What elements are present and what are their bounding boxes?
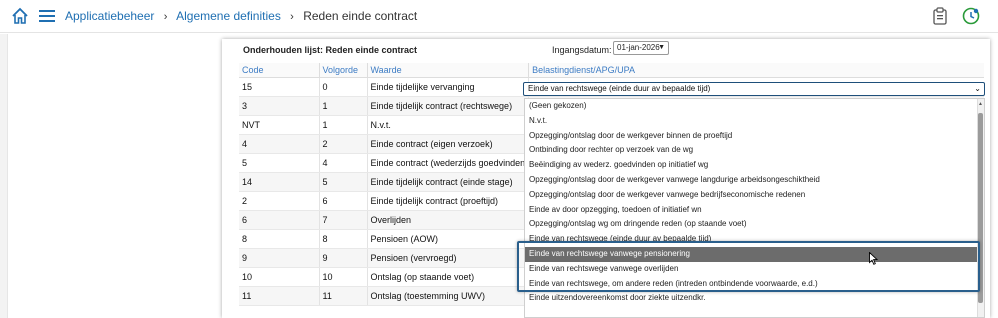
belastingdienst-select[interactable]: Einde van rechtswege (einde duur av bepa… [523,82,985,96]
belastingdienst-dropdown-list[interactable]: (Geen gekozen) N.v.t. Opzegging/ontslag do… [524,98,985,318]
cell-waarde: Pensioen (vervroegd) [366,248,529,268]
cell-waarde: Einde tijdelijk contract (einde stage) [366,172,529,192]
list-maintenance-card: Onderhouden lijst: Reden einde contract … [222,39,990,318]
chevron-down-icon: ▼ [658,44,665,51]
cell-waarde: Einde contract (wederzijds goedvinden) [366,153,529,173]
hamburger-menu-icon[interactable] [39,9,55,23]
cell-code: 3 [239,96,319,116]
scroll-up-icon[interactable]: ▲ [978,101,983,107]
cell-waarde: Einde tijdelijke vervanging [366,77,529,97]
ingangsdatum-select[interactable]: 01-jan-2026 ▼ [613,41,669,55]
dropdown-option[interactable]: Opzegging/ontslag door de werkgever vanw… [525,173,984,188]
cell-code: 9 [239,248,319,268]
breadcrumb-algemene-definities[interactable]: Algemene definities [176,9,281,23]
cell-volgorde: 9 [318,248,367,268]
cell-code: 5 [239,153,319,173]
cell-code: 10 [239,267,319,287]
ingangsdatum-value: 01-jan-2026 [617,43,660,52]
cell-volgorde: 2 [318,134,367,154]
dropdown-option[interactable]: Einde uitzendovereenkomst door ziekte ui… [525,291,984,306]
dropdown-option[interactable]: N.v.t. [525,114,984,129]
cell-volgorde: 4 [318,153,367,173]
dropdown-option[interactable]: Opzegging/ontslag door de werkgever binn… [525,129,984,144]
header-belastingdienst[interactable]: Belastingdienst/APG/UPA [528,63,984,78]
breadcrumb-separator: › [290,11,294,23]
dropdown-option[interactable]: Einde av door opzegging, toedoen of init… [525,203,984,218]
dropdown-scrollbar[interactable]: ▲ [977,99,984,317]
breadcrumb-applicatiebeheer[interactable]: Applicatiebeheer [65,9,154,23]
home-icon[interactable] [11,7,29,25]
dropdown-option[interactable]: Einde van rechtswege, om andere reden (i… [525,277,984,292]
cell-code: 15 [239,77,319,97]
cell-code: 4 [239,134,319,154]
cell-waarde: Pensioen (AOW) [366,229,529,249]
sidebar-edge [0,34,8,318]
chevron-down-icon: ⌄ [974,84,981,93]
top-bar: Applicatiebeheer › Algemene definities ›… [0,0,998,33]
date-label: Ingangsdatum: [552,45,612,55]
dropdown-option[interactable]: Beëindiging av wederz. goedvinden op ini… [525,158,984,173]
dropdown-option[interactable]: Opzegging/ontslag wg om dringende reden … [525,217,984,232]
user-clock-icon[interactable] [962,7,980,25]
cell-code: 14 [239,172,319,192]
clipboard-icon[interactable] [933,7,947,25]
cell-code: 2 [239,191,319,211]
cell-volgorde: 0 [318,77,367,97]
cell-volgorde: 7 [318,210,367,230]
table-header-row: Code Volgorde Waarde Belastingdienst/APG… [239,63,984,78]
cell-volgorde: 11 [318,286,367,306]
header-waarde[interactable]: Waarde [366,63,529,78]
cell-volgorde: 8 [318,229,367,249]
cell-waarde: Einde tijdelijk contract (rechtswege) [366,96,529,116]
dropdown-option[interactable]: (Geen gekozen) [525,99,984,114]
cell-code: 11 [239,286,319,306]
cell-code: 8 [239,229,319,249]
belastingdienst-select-value: Einde van rechtswege (einde duur av bepa… [528,84,711,93]
dropdown-option[interactable]: Einde van rechtswege vanwege pensionerin… [525,246,984,262]
cell-volgorde: 1 [318,115,367,135]
cell-waarde: Ontslag (toestemming UWV) [366,286,529,306]
breadcrumb-current: Reden einde contract [303,9,418,23]
dropdown-option[interactable]: Ontbinding door rechter op verzoek van d… [525,143,984,158]
cell-waarde: Einde contract (eigen verzoek) [366,134,529,154]
cell-code: 6 [239,210,319,230]
cell-waarde: Ontslag (op staande voet) [366,267,529,287]
cell-waarde: N.v.t. [366,115,529,135]
header-volgorde[interactable]: Volgorde [318,63,367,78]
cell-volgorde: 5 [318,172,367,192]
mouse-pointer-icon [869,252,878,265]
cell-volgorde: 10 [318,267,367,287]
cell-waarde: Overlijden [366,210,529,230]
dropdown-option[interactable]: Einde van rechtswege vanwege overlijden [525,262,984,277]
breadcrumb: Applicatiebeheer › Algemene definities ›… [65,9,417,23]
cell-volgorde: 1 [318,96,367,116]
header-code[interactable]: Code [239,63,319,78]
dropdown-option[interactable]: Einde van rechtswege (einde duur av bepa… [525,232,984,247]
cell-waarde: Einde tijdelijk contract (proeftijd) [366,191,529,211]
cell-code: NVT [239,115,319,135]
dropdown-option[interactable]: Opzegging/ontslag door de werkgever vanw… [525,188,984,203]
scrollbar-thumb[interactable] [978,113,983,303]
breadcrumb-separator: › [163,11,168,23]
card-title: Onderhouden lijst: Reden einde contract [243,45,418,55]
cell-volgorde: 6 [318,191,367,211]
